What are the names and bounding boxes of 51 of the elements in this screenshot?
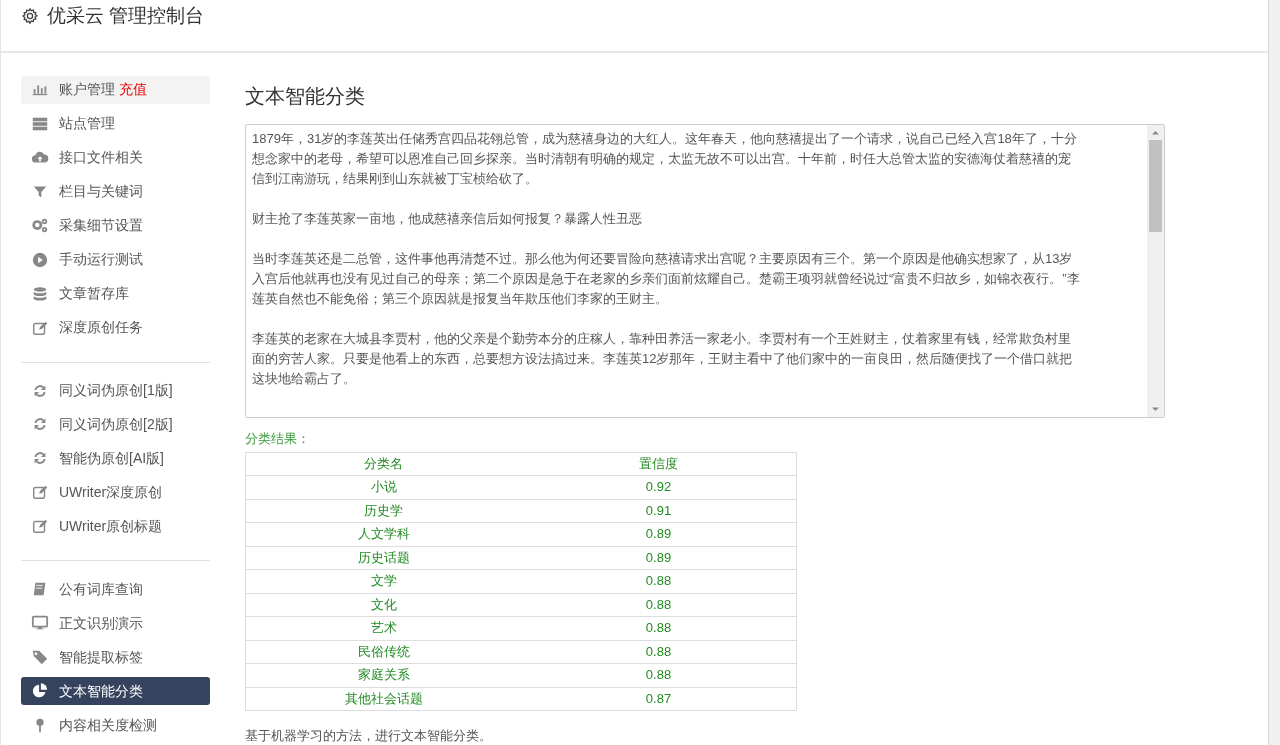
sidebar-item[interactable]: 同义词伪原创[2版]: [21, 410, 210, 439]
settings-icon: [21, 7, 39, 25]
table-cell: 历史学: [245, 499, 521, 523]
database-icon: [31, 284, 49, 303]
description-text: 基于机器学习的方法，进行文本智能分类。: [245, 727, 493, 745]
edit-icon: [31, 483, 49, 502]
sidebar-item[interactable]: UWriter原创标题: [21, 512, 210, 541]
sidebar-item[interactable]: 账户管理 充值: [21, 76, 210, 104]
table-cell: 0.88: [521, 640, 797, 664]
sidebar-item[interactable]: 接口文件相关: [21, 143, 210, 172]
table-cell: 0.92: [521, 475, 797, 499]
table-cell: 历史话题: [245, 546, 521, 570]
sidebar-item[interactable]: 智能伪原创[AI版]: [21, 444, 210, 473]
table-cell: 0.89: [521, 522, 797, 546]
column-header: 分类名: [245, 452, 521, 476]
table-cell: 0.88: [521, 663, 797, 687]
sidebar-item[interactable]: 深度原创任务: [21, 313, 210, 342]
sidebar-item[interactable]: 智能提取标签: [21, 643, 210, 672]
page-heading: 文本智能分类: [245, 84, 366, 109]
table-cell: 0.88: [521, 616, 797, 640]
table-cell: 家庭关系: [245, 663, 521, 687]
sidebar-item[interactable]: 公有词库查询: [21, 575, 210, 604]
table-cell: 其他社会话题: [245, 687, 521, 711]
tag-icon: [31, 648, 49, 667]
table-cell: 0.88: [521, 569, 797, 593]
recharge-link[interactable]: 充值: [119, 79, 147, 101]
table-cell: 人文学科: [245, 522, 521, 546]
column-header: 置信度: [521, 452, 797, 476]
table-cell: 民俗传统: [245, 640, 521, 664]
sidebar-item[interactable]: 文本智能分类: [21, 677, 210, 706]
table-cell: 0.91: [521, 499, 797, 523]
table-cell: 文化: [245, 593, 521, 617]
edit-icon: [31, 517, 49, 536]
table-cell: 文学: [245, 569, 521, 593]
sidebar-item[interactable]: 内容相关度检测: [21, 711, 210, 740]
sidebar-item[interactable]: 文章暂存库: [21, 279, 210, 308]
app-title: 优采云 管理控制台: [47, 4, 205, 28]
sidebar-item[interactable]: 手动运行测试: [21, 245, 210, 274]
sidebar-item[interactable]: UWriter深度原创: [21, 478, 210, 507]
sidebar-item[interactable]: 栏目与关键词: [21, 177, 210, 206]
sidebar-item[interactable]: 站点管理: [21, 109, 210, 138]
sidebar-item[interactable]: 采集细节设置: [21, 211, 210, 240]
result-label: 分类结果：: [245, 430, 311, 448]
sidebar-item[interactable]: 同义词伪原创[1版]: [21, 376, 210, 405]
table-cell: 0.89: [521, 546, 797, 570]
sidebar-item[interactable]: 正文识别演示: [21, 609, 210, 638]
play-icon: [31, 250, 49, 269]
table-cell: 0.88: [521, 593, 797, 617]
table-cell: 艺术: [245, 616, 521, 640]
table-cell: 小说: [245, 475, 521, 499]
table-cell: 0.87: [521, 687, 797, 711]
